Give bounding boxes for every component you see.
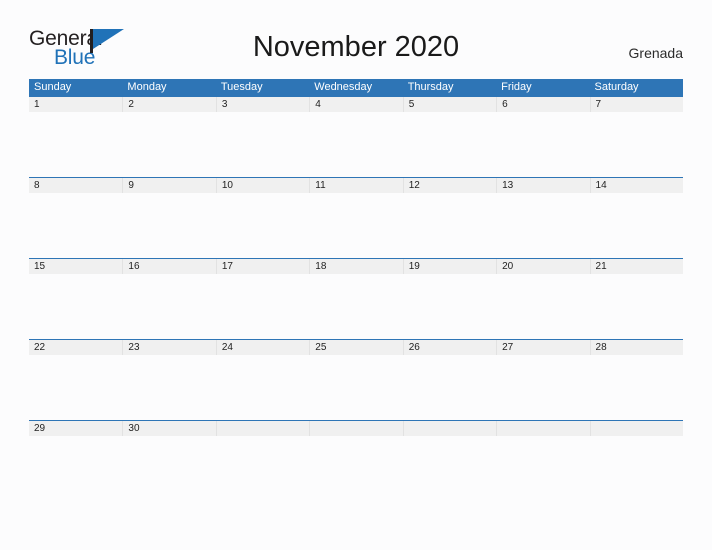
day-note-area[interactable] bbox=[590, 355, 683, 420]
page-title: November 2020 bbox=[252, 31, 460, 63]
weekday-header-wednesday: Wednesday bbox=[314, 81, 373, 93]
day-note-area[interactable] bbox=[29, 193, 122, 258]
day-number[interactable]: 23 bbox=[122, 340, 215, 355]
day-number[interactable]: 26 bbox=[402, 340, 496, 355]
day-note-area[interactable] bbox=[29, 436, 122, 501]
day-note-area-empty bbox=[309, 436, 402, 501]
day-number[interactable]: 27 bbox=[496, 340, 589, 355]
day-number[interactable]: 21 bbox=[589, 259, 683, 274]
day-note-area[interactable] bbox=[590, 193, 683, 258]
day-note-area[interactable] bbox=[29, 355, 122, 420]
day-note-area[interactable] bbox=[309, 355, 402, 420]
day-number[interactable]: 9 bbox=[122, 178, 215, 193]
week-date-strip: 15 16 17 18 19 20 21 bbox=[29, 259, 683, 274]
weekday-header-monday: Monday bbox=[127, 81, 167, 93]
day-number[interactable]: 14 bbox=[589, 178, 683, 193]
day-number[interactable]: 2 bbox=[122, 97, 215, 112]
day-number[interactable]: 20 bbox=[496, 259, 589, 274]
week-date-strip: 8 9 10 11 12 13 14 bbox=[29, 178, 683, 193]
week-note-strip bbox=[29, 193, 683, 258]
week-date-strip: 1 2 3 4 5 6 7 bbox=[29, 97, 683, 112]
day-note-area-empty bbox=[496, 436, 589, 501]
day-number[interactable]: 13 bbox=[496, 178, 589, 193]
day-number-empty bbox=[215, 421, 309, 436]
day-number[interactable]: 1 bbox=[29, 97, 122, 112]
calendar-page: General Blue November 2020 Grenada Sunda… bbox=[0, 0, 712, 550]
day-note-area[interactable] bbox=[122, 193, 215, 258]
day-note-area[interactable] bbox=[122, 436, 215, 501]
day-note-area[interactable] bbox=[29, 112, 122, 177]
day-number[interactable]: 19 bbox=[402, 259, 496, 274]
day-number[interactable]: 17 bbox=[215, 259, 309, 274]
week-date-strip: 22 23 24 25 26 27 28 bbox=[29, 340, 683, 355]
day-note-area-empty bbox=[590, 436, 683, 501]
calendar-week-row: 8 9 10 11 12 13 14 bbox=[29, 177, 683, 258]
day-number[interactable]: 3 bbox=[215, 97, 309, 112]
page-header: General Blue November 2020 Grenada bbox=[0, 0, 712, 78]
weekday-header-saturday: Saturday bbox=[594, 81, 639, 93]
calendar-week-row: 1 2 3 4 5 6 7 bbox=[29, 96, 683, 177]
day-number[interactable]: 25 bbox=[309, 340, 402, 355]
day-number[interactable]: 4 bbox=[309, 97, 402, 112]
day-number[interactable]: 5 bbox=[402, 97, 496, 112]
country-label: Grenada bbox=[628, 45, 683, 61]
day-note-area[interactable] bbox=[403, 112, 496, 177]
day-number-empty bbox=[589, 421, 683, 436]
day-note-area-empty bbox=[216, 436, 309, 501]
day-note-area[interactable] bbox=[403, 193, 496, 258]
week-note-strip bbox=[29, 436, 683, 501]
weekday-header-row: Sunday Monday Tuesday Wednesday Thursday… bbox=[29, 79, 683, 96]
day-number-empty bbox=[402, 421, 496, 436]
week-date-strip: 29 30 bbox=[29, 421, 683, 436]
weekday-header-tuesday: Tuesday bbox=[220, 81, 263, 93]
day-note-area-empty bbox=[403, 436, 496, 501]
day-number[interactable]: 30 bbox=[122, 421, 215, 436]
day-number[interactable]: 12 bbox=[402, 178, 496, 193]
day-number-empty bbox=[496, 421, 589, 436]
week-note-strip bbox=[29, 355, 683, 420]
day-note-area[interactable] bbox=[403, 355, 496, 420]
day-note-area[interactable] bbox=[122, 274, 215, 339]
day-note-area[interactable] bbox=[403, 274, 496, 339]
day-note-area[interactable] bbox=[496, 355, 589, 420]
day-note-area[interactable] bbox=[496, 193, 589, 258]
day-number[interactable]: 22 bbox=[29, 340, 122, 355]
day-note-area[interactable] bbox=[216, 193, 309, 258]
day-number[interactable]: 29 bbox=[29, 421, 122, 436]
calendar-week-row: 15 16 17 18 19 20 21 bbox=[29, 258, 683, 339]
day-number[interactable]: 15 bbox=[29, 259, 122, 274]
day-number[interactable]: 18 bbox=[309, 259, 402, 274]
calendar-week-row: 22 23 24 25 26 27 28 bbox=[29, 339, 683, 420]
day-note-area[interactable] bbox=[309, 112, 402, 177]
day-note-area[interactable] bbox=[496, 274, 589, 339]
day-number[interactable]: 6 bbox=[496, 97, 589, 112]
day-number[interactable]: 11 bbox=[309, 178, 402, 193]
day-note-area[interactable] bbox=[590, 112, 683, 177]
week-note-strip bbox=[29, 112, 683, 177]
weekday-header-thursday: Thursday bbox=[407, 81, 454, 93]
day-note-area[interactable] bbox=[29, 274, 122, 339]
week-note-strip bbox=[29, 274, 683, 339]
weekday-header-sunday: Sunday bbox=[34, 81, 72, 93]
calendar-grid: Sunday Monday Tuesday Wednesday Thursday… bbox=[29, 79, 683, 501]
day-number[interactable]: 24 bbox=[215, 340, 309, 355]
day-note-area[interactable] bbox=[309, 193, 402, 258]
day-number[interactable]: 7 bbox=[589, 97, 683, 112]
day-note-area[interactable] bbox=[309, 274, 402, 339]
day-number[interactable]: 8 bbox=[29, 178, 122, 193]
day-note-area[interactable] bbox=[122, 112, 215, 177]
day-note-area[interactable] bbox=[590, 274, 683, 339]
day-number[interactable]: 10 bbox=[215, 178, 309, 193]
day-note-area[interactable] bbox=[496, 112, 589, 177]
day-note-area[interactable] bbox=[216, 274, 309, 339]
weekday-header-friday: Friday bbox=[501, 81, 532, 93]
day-number-empty bbox=[309, 421, 402, 436]
day-note-area[interactable] bbox=[216, 112, 309, 177]
day-number[interactable]: 28 bbox=[589, 340, 683, 355]
day-number[interactable]: 16 bbox=[122, 259, 215, 274]
calendar-week-row: 29 30 bbox=[29, 420, 683, 501]
day-note-area[interactable] bbox=[122, 355, 215, 420]
day-note-area[interactable] bbox=[216, 355, 309, 420]
